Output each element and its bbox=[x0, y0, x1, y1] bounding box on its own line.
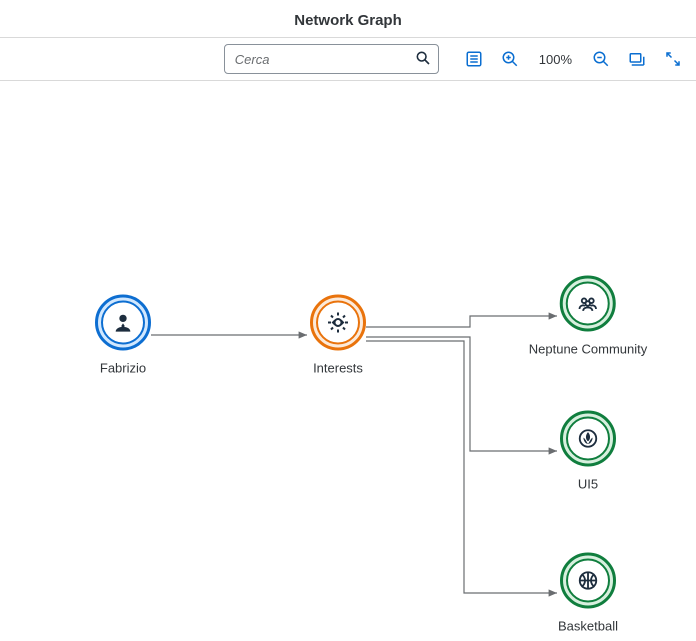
node-neptune-community[interactable]: Neptune Community bbox=[529, 276, 648, 357]
page-title: Network Graph bbox=[0, 0, 696, 37]
fit-screen-icon bbox=[628, 50, 646, 68]
legend-button[interactable] bbox=[463, 48, 485, 70]
fit-screen-button[interactable] bbox=[626, 48, 648, 70]
search-input[interactable] bbox=[233, 51, 415, 68]
node-interests[interactable]: Interests bbox=[310, 295, 366, 376]
node-label: UI5 bbox=[578, 477, 598, 492]
search-icon[interactable] bbox=[415, 50, 431, 69]
node-fabrizio[interactable]: Fabrizio bbox=[95, 295, 151, 376]
person-icon bbox=[112, 312, 134, 334]
toolbar: 100% bbox=[0, 37, 696, 81]
node-ui5[interactable]: UI5 bbox=[560, 411, 616, 492]
zoom-in-button[interactable] bbox=[499, 48, 521, 70]
search-box[interactable] bbox=[224, 44, 439, 74]
graph-canvas[interactable]: Fabrizio Interests Neptune bbox=[0, 81, 696, 641]
code-gear-icon bbox=[326, 311, 350, 335]
zoom-out-button[interactable] bbox=[590, 48, 612, 70]
node-label: Fabrizio bbox=[100, 361, 146, 376]
zoom-level: 100% bbox=[535, 52, 576, 67]
node-label: Interests bbox=[313, 361, 363, 376]
node-label: Neptune Community bbox=[529, 342, 648, 357]
node-basketball[interactable]: Basketball bbox=[558, 553, 618, 634]
fullscreen-icon bbox=[664, 50, 682, 68]
fullscreen-button[interactable] bbox=[662, 48, 684, 70]
community-icon bbox=[577, 293, 599, 315]
zoom-in-icon bbox=[501, 50, 519, 68]
node-label: Basketball bbox=[558, 619, 618, 634]
phoenix-icon bbox=[577, 428, 599, 450]
legend-icon bbox=[465, 50, 483, 68]
zoom-out-icon bbox=[592, 50, 610, 68]
basketball-icon bbox=[577, 570, 599, 592]
